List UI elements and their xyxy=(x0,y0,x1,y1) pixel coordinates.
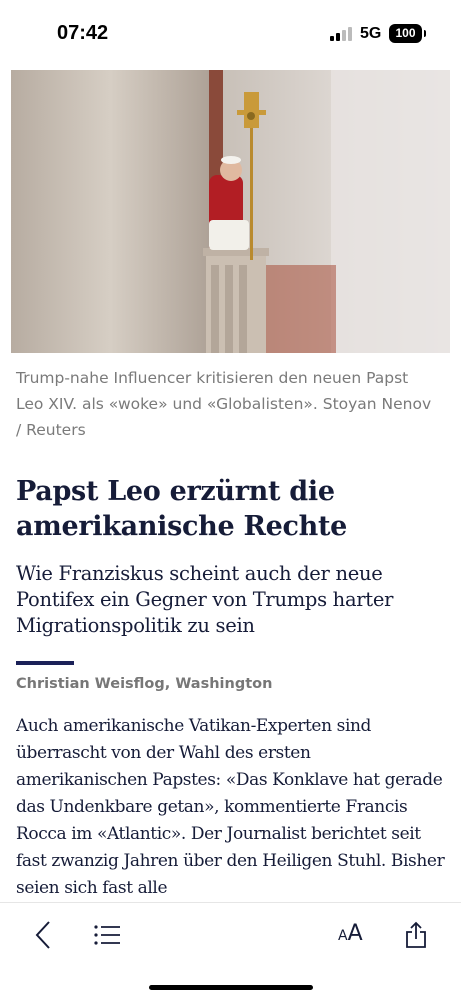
back-button[interactable] xyxy=(25,917,61,953)
table-of-contents-button[interactable] xyxy=(89,917,125,953)
font-size-small-label: A xyxy=(338,928,348,944)
status-bar: 07:42 5G 100 xyxy=(0,0,461,64)
hero-image[interactable] xyxy=(11,70,450,353)
pope-balcony-photo xyxy=(11,70,450,353)
article-body: Auch amerikanische Vatikan-Experten sind… xyxy=(16,716,445,898)
list-icon xyxy=(94,925,120,945)
image-caption: Trump-nahe Influencer kritisieren den ne… xyxy=(16,369,432,439)
battery-icon: 100 xyxy=(389,24,426,43)
author-byline: Christian Weisflog, Washington xyxy=(16,676,273,692)
font-size-button[interactable]: AA xyxy=(338,921,363,946)
font-size-large-label: A xyxy=(347,921,363,946)
network-type: 5G xyxy=(360,25,382,42)
article-headline: Papst Leo erzürnt die amerikanische Rech… xyxy=(16,476,347,542)
article-lead: Wie Franziskus scheint auch der neue Pon… xyxy=(16,562,394,637)
battery-level: 100 xyxy=(395,26,416,40)
back-chevron-icon xyxy=(35,921,50,949)
status-time: 07:42 xyxy=(57,22,109,44)
home-indicator[interactable] xyxy=(149,985,313,990)
signal-icon xyxy=(330,27,354,41)
share-button[interactable] xyxy=(398,917,434,953)
share-icon xyxy=(406,921,426,948)
accent-divider xyxy=(16,661,74,665)
